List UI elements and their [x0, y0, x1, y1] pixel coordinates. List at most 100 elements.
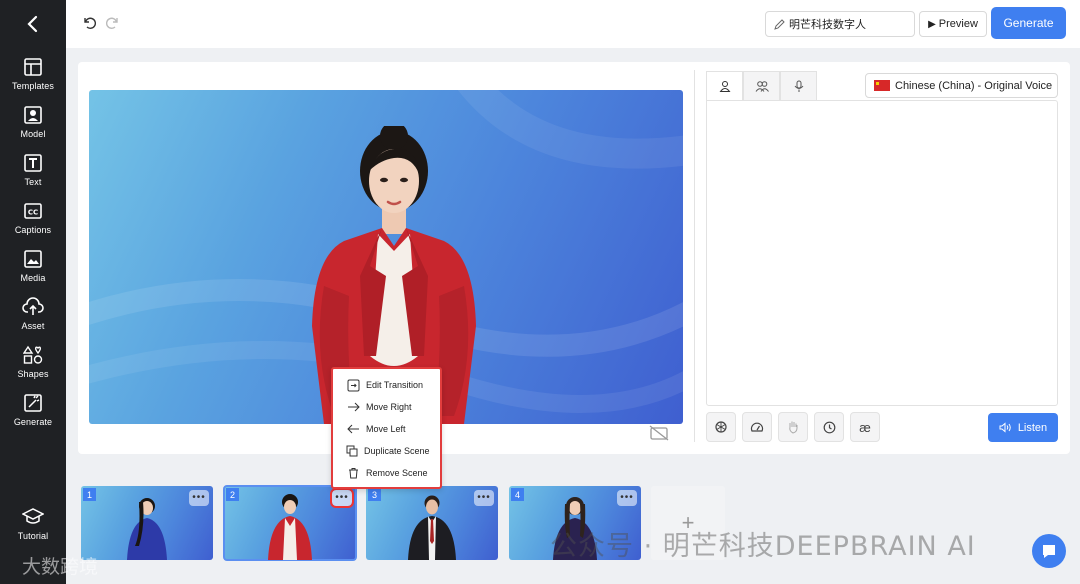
listen-label: Listen: [1017, 421, 1048, 434]
sidebar-item-label: Media: [20, 273, 46, 283]
undo-icon: [84, 17, 96, 29]
top-bar: 明芒科技数字人 ▶ Preview Generate: [66, 0, 1080, 48]
scene-number: 1: [83, 488, 96, 501]
sidebar-item-captions[interactable]: CC Captions: [0, 200, 66, 244]
sidebar-item-media[interactable]: Media: [0, 248, 66, 292]
sidebar-item-label: Shapes: [17, 369, 49, 379]
svg-text:CC: CC: [28, 209, 38, 217]
preview-button[interactable]: ▶ Preview: [919, 11, 987, 37]
scene-thumbnail-2[interactable]: 2 •••: [223, 485, 357, 561]
speed-button[interactable]: [742, 412, 772, 442]
left-sidebar: Templates Model Text CC Captions Media A…: [0, 0, 66, 584]
scene-more-button[interactable]: •••: [330, 488, 354, 508]
watermark-text: 公众号 · 明芒科技DEEPBRAIN AI: [550, 531, 976, 562]
project-title-input[interactable]: 明芒科技数字人: [765, 11, 915, 37]
pause-button[interactable]: [814, 412, 844, 442]
trash-icon: [347, 467, 360, 480]
menu-item-move-right[interactable]: Move Right: [333, 396, 440, 418]
person-frame-icon: [22, 104, 44, 126]
menu-item-edit-transition[interactable]: Edit Transition: [333, 374, 440, 396]
graduation-cap-icon: [22, 506, 44, 528]
speaker-icon: [999, 422, 1012, 433]
image-icon: [22, 248, 44, 270]
pencil-icon: [774, 18, 785, 30]
menu-item-label: Move Left: [366, 424, 406, 434]
sidebar-item-tutorial[interactable]: Tutorial: [0, 506, 66, 550]
menu-item-move-left[interactable]: Move Left: [333, 418, 440, 440]
cloud-upload-icon: [22, 296, 44, 318]
text-t-icon: [22, 152, 44, 174]
scene-more-button[interactable]: •••: [474, 490, 494, 506]
voice-selector[interactable]: Chinese (China) - Original Voice: [865, 73, 1058, 98]
duplicate-icon: [345, 445, 358, 458]
sidebar-item-templates[interactable]: Templates: [0, 56, 66, 100]
panel-divider: [694, 70, 695, 442]
sidebar-item-model[interactable]: Model: [0, 104, 66, 148]
sidebar-item-label: Tutorial: [17, 531, 49, 541]
menu-item-label: Remove Scene: [366, 468, 428, 478]
openai-icon: [715, 421, 727, 433]
hide-subtitle-icon[interactable]: [648, 424, 670, 442]
undo-button[interactable]: [80, 14, 98, 32]
cc-icon: CC: [22, 200, 44, 222]
sidebar-item-shapes[interactable]: Shapes: [0, 344, 66, 388]
openai-button[interactable]: [706, 412, 736, 442]
scene-number: 4: [511, 488, 524, 501]
script-tabs: [706, 71, 817, 100]
sidebar-item-generate[interactable]: Generate: [0, 392, 66, 436]
layout-icon: [22, 56, 44, 78]
sidebar-item-asset[interactable]: Asset: [0, 296, 66, 340]
person-icon: [718, 81, 731, 92]
gesture-button[interactable]: [778, 412, 808, 442]
sidebar-item-text[interactable]: Text: [0, 152, 66, 196]
pronunciation-button[interactable]: æ: [850, 412, 880, 442]
people-icon: [755, 81, 769, 92]
tab-audio[interactable]: [780, 71, 817, 100]
chat-icon: [1043, 545, 1055, 558]
pronunciation-icon: æ: [859, 419, 871, 435]
scene-context-menu: Edit Transition Move Right Move Left Dup…: [331, 367, 442, 489]
sidebar-item-label: Model: [20, 129, 46, 139]
scene-more-button[interactable]: •••: [617, 490, 637, 506]
generate-icon: [22, 392, 44, 414]
listen-button[interactable]: Listen: [988, 413, 1058, 442]
voice-label: Chinese (China) - Original Voice: [895, 79, 1053, 92]
menu-item-label: Duplicate Scene: [364, 446, 430, 456]
china-flag-icon: [874, 80, 890, 91]
menu-item-label: Edit Transition: [366, 380, 424, 390]
scene-thumbnail-3[interactable]: 3 •••: [366, 486, 498, 560]
menu-item-remove-scene[interactable]: Remove Scene: [333, 462, 440, 484]
play-icon: ▶: [928, 18, 936, 30]
generate-button[interactable]: Generate: [991, 7, 1066, 39]
tab-single-speaker[interactable]: [706, 71, 743, 100]
shapes-icon: [22, 344, 44, 366]
pause-icon: [823, 421, 835, 433]
script-textarea[interactable]: [706, 100, 1058, 406]
arrow-right-icon: [347, 401, 360, 414]
editor-workspace: Chinese (China) - Original Voice æ Liste…: [78, 62, 1070, 454]
menu-item-duplicate-scene[interactable]: Duplicate Scene: [333, 440, 440, 462]
redo-button[interactable]: [104, 14, 122, 32]
back-button[interactable]: [21, 12, 45, 36]
scene-more-button[interactable]: •••: [189, 490, 209, 506]
generate-label: Generate: [1003, 16, 1054, 30]
redo-icon: [106, 17, 118, 29]
sidebar-item-label: Text: [24, 177, 42, 187]
transition-icon: [347, 379, 360, 392]
scene-number: 3: [368, 488, 381, 501]
watermark-logo-text: 大数跨境: [22, 556, 99, 578]
chevron-left-icon: [27, 15, 38, 33]
sidebar-item-label: Generate: [13, 417, 53, 427]
scene-number: 2: [226, 488, 239, 501]
sidebar-item-label: Templates: [12, 81, 54, 91]
chat-support-button[interactable]: [1032, 534, 1066, 568]
project-title: 明芒科技数字人: [789, 19, 866, 31]
scene-thumbnail-1[interactable]: 1 •••: [81, 486, 213, 560]
speed-icon: [750, 422, 764, 432]
preview-label: Preview: [938, 18, 978, 30]
microphone-icon: [794, 80, 803, 92]
tab-multi-speaker[interactable]: [743, 71, 780, 100]
sidebar-item-label: Captions: [14, 225, 52, 235]
sidebar-item-label: Asset: [21, 321, 45, 331]
arrow-left-icon: [347, 423, 360, 436]
